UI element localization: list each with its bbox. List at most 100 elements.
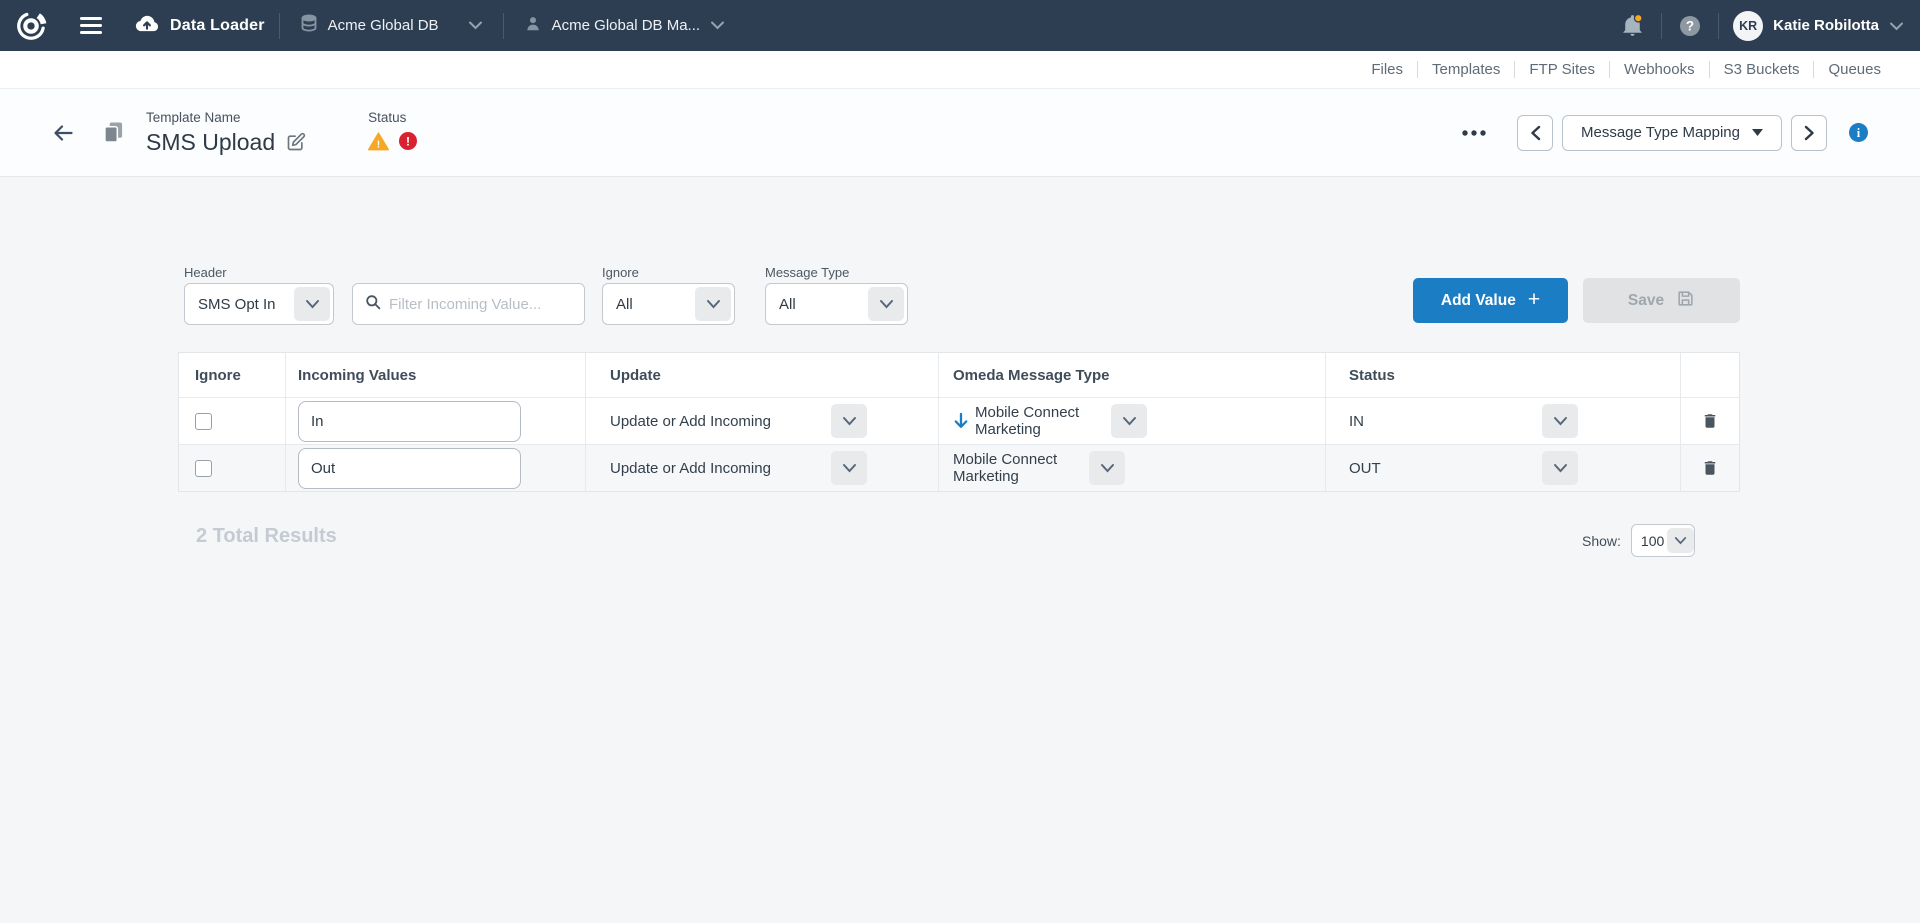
chevron-down-icon	[831, 451, 867, 485]
save-disk-icon	[1676, 289, 1695, 313]
database-selector-value: Acme Global DB	[328, 17, 458, 34]
template-name-value: SMS Upload	[146, 129, 275, 156]
nav-link-files[interactable]: Files	[1357, 61, 1417, 78]
mapping-step-selector[interactable]: Message Type Mapping	[1562, 115, 1782, 151]
add-value-label: Add Value	[1441, 292, 1516, 310]
mapping-table: Ignore Incoming Values Update Omeda Mess…	[178, 352, 1740, 492]
divider	[1661, 13, 1662, 39]
nav-link-ftp-sites[interactable]: FTP Sites	[1515, 61, 1609, 78]
copy-template-icon[interactable]	[103, 121, 124, 144]
column-header-ignore: Ignore	[179, 353, 286, 397]
status-cell: OUT	[1326, 445, 1681, 491]
svg-text:!: !	[377, 139, 380, 150]
svg-text:!: !	[406, 135, 410, 149]
update-select[interactable]: Update or Add Incoming	[610, 448, 870, 488]
omeda-message-type-select[interactable]: Mobile Connect Marketing	[975, 401, 1150, 441]
more-actions-icon[interactable]	[1461, 129, 1487, 137]
divider	[279, 13, 280, 39]
chevron-down-icon	[1542, 451, 1578, 485]
ignore-filter-select[interactable]: All	[602, 283, 735, 325]
page-size-select[interactable]: 100	[1631, 524, 1695, 557]
table-body: Update or Add Incoming Mobile Connect Ma…	[179, 397, 1739, 491]
save-button[interactable]: Save	[1583, 278, 1740, 323]
topbar-right-group: ? KR Katie Robilotta	[1618, 11, 1904, 41]
user-icon	[524, 14, 542, 37]
download-arrow-icon	[953, 412, 969, 430]
column-header-incoming-values: Incoming Values	[286, 353, 586, 397]
status-select[interactable]: OUT	[1349, 448, 1581, 488]
filter-incoming-value-input[interactable]	[389, 296, 569, 313]
ignore-cell	[179, 445, 286, 491]
previous-step-button[interactable]	[1517, 115, 1553, 151]
save-label: Save	[1628, 292, 1664, 310]
omeda-message-type-value: Mobile Connect Marketing	[975, 404, 1108, 438]
ignore-checkbox[interactable]	[195, 460, 212, 477]
omeda-message-type-select[interactable]: Mobile Connect Marketing	[953, 448, 1128, 488]
help-icon[interactable]: ?	[1676, 12, 1704, 40]
column-header-status: Status	[1326, 353, 1681, 397]
chevron-down-icon	[710, 17, 725, 34]
table-row: Update or Add Incoming Mobile Connect Ma…	[179, 444, 1739, 491]
user-initials: KR	[1739, 19, 1757, 33]
nav-link-queues[interactable]: Queues	[1814, 61, 1895, 78]
status-select[interactable]: IN	[1349, 401, 1581, 441]
back-button[interactable]	[50, 121, 77, 145]
chevron-down-icon[interactable]	[1889, 21, 1904, 31]
app-title: Data Loader	[170, 17, 265, 35]
ignore-cell	[179, 398, 286, 444]
incoming-value-cell	[286, 445, 586, 491]
notifications-bell-icon[interactable]	[1618, 11, 1647, 40]
table-row: Update or Add Incoming Mobile Connect Ma…	[179, 397, 1739, 444]
page-size-value: 100	[1632, 533, 1664, 549]
user-avatar[interactable]: KR	[1733, 11, 1763, 41]
incoming-value-input[interactable]	[298, 448, 521, 489]
message-type-filter-label: Message Type	[765, 265, 849, 280]
error-icon[interactable]: !	[399, 132, 417, 155]
header-filter-select[interactable]: SMS Opt In	[184, 283, 334, 325]
svg-text:?: ?	[1686, 18, 1694, 33]
add-value-button[interactable]: Add Value +	[1413, 278, 1568, 323]
omeda-message-type-cell: Mobile Connect Marketing	[939, 398, 1326, 444]
delete-row-icon[interactable]	[1701, 458, 1719, 478]
next-step-button[interactable]	[1791, 115, 1827, 151]
omeda-message-type-cell: Mobile Connect Marketing	[939, 445, 1326, 491]
divider	[1718, 13, 1719, 39]
nav-link-s3-buckets[interactable]: S3 Buckets	[1710, 61, 1814, 78]
profile-selector[interactable]: Acme Global DB Ma...	[518, 14, 731, 37]
chevron-down-icon	[868, 287, 904, 321]
incoming-value-cell	[286, 398, 586, 444]
status-label: Status	[368, 110, 417, 125]
template-name-block: Template Name SMS Upload	[146, 110, 308, 156]
nav-link-webhooks[interactable]: Webhooks	[1610, 61, 1709, 78]
chevron-down-icon	[831, 404, 867, 438]
message-type-filter-select[interactable]: All	[765, 283, 908, 325]
edit-template-name-icon[interactable]	[284, 130, 308, 154]
update-cell: Update or Add Incoming	[586, 445, 939, 491]
info-icon[interactable]: i	[1849, 123, 1868, 142]
omeda-logo-icon[interactable]	[12, 7, 50, 45]
cloud-upload-icon	[134, 12, 160, 39]
incoming-value-input[interactable]	[298, 401, 521, 442]
profile-selector-value: Acme Global DB Ma...	[552, 17, 700, 34]
update-select[interactable]: Update or Add Incoming	[610, 401, 870, 441]
ignore-checkbox[interactable]	[195, 413, 212, 430]
warning-icon[interactable]: !	[368, 132, 389, 156]
nav-link-templates[interactable]: Templates	[1418, 61, 1514, 78]
chevron-down-icon	[468, 17, 483, 34]
header-right-controls: Message Type Mapping i	[1461, 115, 1868, 151]
status-select-value: OUT	[1349, 460, 1381, 477]
ignore-filter-value: All	[603, 296, 692, 313]
hamburger-menu-button[interactable]	[74, 11, 108, 40]
column-header-omeda-message-type: Omeda Message Type	[939, 353, 1326, 397]
column-header-update: Update	[586, 353, 939, 397]
total-results-text: 2 Total Results	[196, 525, 337, 548]
delete-row-icon[interactable]	[1701, 411, 1719, 431]
omeda-message-type-value: Mobile Connect Marketing	[953, 451, 1086, 485]
svg-text:i: i	[1857, 126, 1861, 140]
page-size-group: Show: 100	[1582, 524, 1695, 557]
message-type-filter-value: All	[766, 296, 865, 313]
divider	[503, 13, 504, 39]
main-content: Header SMS Opt In Ignore All Message Typ…	[0, 177, 1920, 923]
database-selector[interactable]: Acme Global DB	[294, 14, 489, 38]
status-block: Status ! !	[368, 110, 417, 156]
